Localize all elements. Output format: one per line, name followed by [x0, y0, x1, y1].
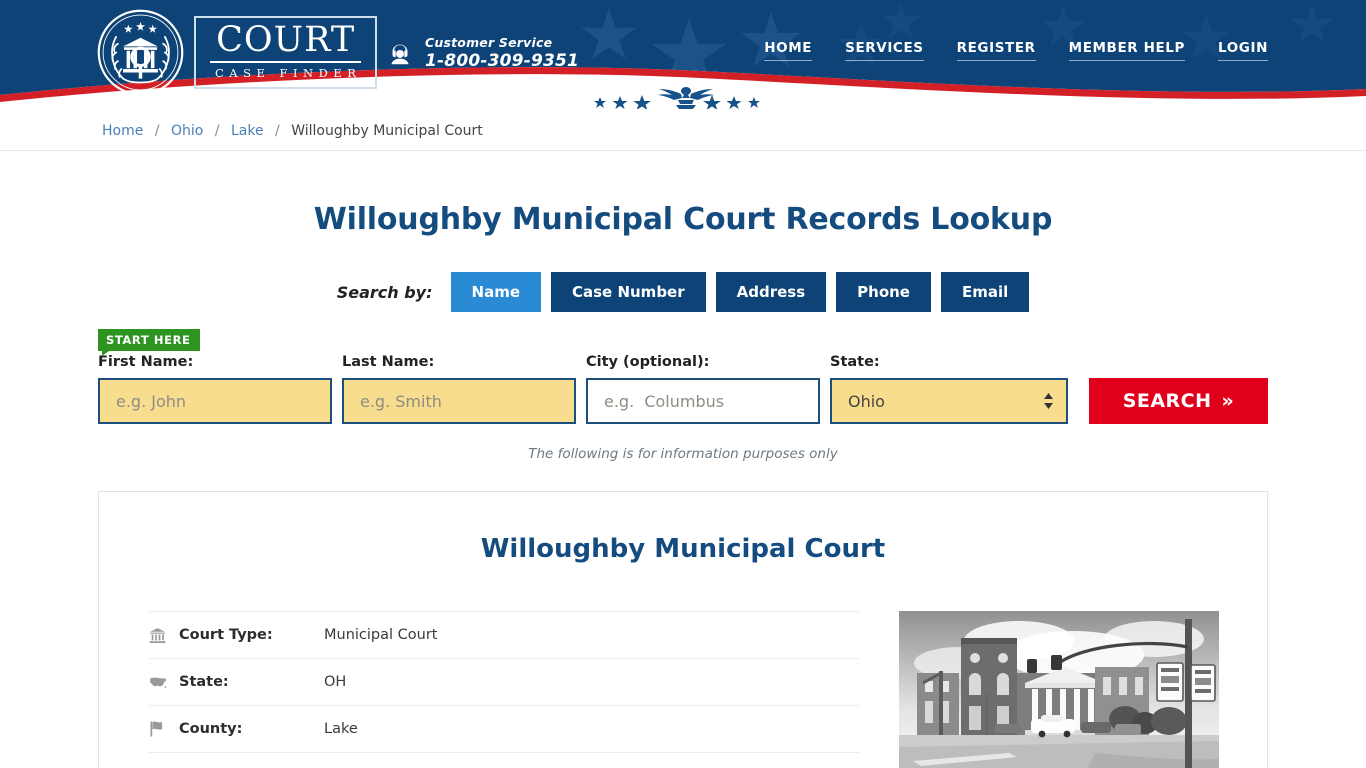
county-label: County: — [179, 721, 243, 737]
first-name-label: First Name: — [98, 354, 194, 370]
court-seal-icon — [97, 9, 184, 96]
flag-icon — [149, 721, 179, 737]
tab-email[interactable]: Email — [940, 272, 1030, 312]
courthouse-photo — [899, 611, 1219, 768]
logo-sub-text: CASE FINDER — [215, 66, 362, 81]
search-form: START HERE First Name: Last Name: City (… — [0, 329, 1366, 424]
breadcrumb-separator: / — [154, 122, 160, 139]
state-field-group: State: Ohio — [830, 354, 1068, 424]
table-bottom-divider — [149, 752, 859, 753]
customer-service-phone[interactable]: 1-800-309-9351 — [425, 51, 579, 71]
court-detail-body: Court Type: Municipal Court State: OH Co… — [149, 611, 1219, 768]
state-select[interactable]: Ohio — [830, 378, 1068, 424]
table-row: County: Lake — [149, 705, 859, 752]
banner-stars-icon — [594, 95, 760, 109]
table-row: State: OH — [149, 658, 859, 705]
nav-item-register[interactable]: REGISTER — [956, 40, 1036, 61]
last-name-input[interactable] — [342, 378, 576, 424]
breadcrumb-bar: Home / Ohio / Lake / Willoughby Municipa… — [0, 111, 1366, 151]
nav-item-services[interactable]: SERVICES — [845, 40, 924, 61]
double-chevron-right-icon: » — [1221, 390, 1235, 412]
search-by-label: Search by: — [336, 282, 433, 302]
us-map-icon — [149, 675, 179, 689]
nav-item-home[interactable]: HOME — [764, 40, 813, 61]
state-label: State: — [179, 674, 229, 690]
city-field-group: City (optional): — [586, 354, 820, 424]
state-label: State: — [830, 354, 880, 370]
search-by-tabs: Search by: Name Case Number Address Phon… — [0, 272, 1366, 312]
disclaimer-text: The following is for information purpose… — [528, 446, 838, 462]
court-type-value: Municipal Court — [324, 627, 438, 643]
breadcrumb-separator: / — [214, 122, 220, 139]
page-title: Willoughby Municipal Court Records Looku… — [313, 202, 1053, 237]
nav-item-login[interactable]: LOGIN — [1218, 40, 1268, 61]
search-button-label: SEARCH — [1122, 390, 1212, 412]
tab-address[interactable]: Address — [715, 272, 827, 312]
nav-item-member-help[interactable]: MEMBER HELP — [1068, 40, 1185, 61]
tab-name[interactable]: Name — [450, 272, 541, 312]
city-label: City (optional): — [586, 354, 710, 370]
table-row: Court Type: Municipal Court — [149, 611, 859, 658]
city-input[interactable] — [586, 378, 820, 424]
logo-main-text: COURT — [210, 23, 362, 64]
tab-phone[interactable]: Phone — [836, 272, 931, 312]
breadcrumb-item-current: Willoughby Municipal Court — [291, 122, 483, 139]
first-name-input[interactable] — [98, 378, 332, 424]
tab-case-number[interactable]: Case Number — [551, 272, 706, 312]
bank-icon — [149, 627, 179, 644]
breadcrumb-separator: / — [275, 122, 280, 139]
customer-service-block: Customer Service 1-800-309-9351 — [385, 35, 579, 71]
start-here-badge: START HERE — [98, 329, 200, 356]
breadcrumb-item-home[interactable]: Home — [102, 123, 143, 139]
state-value: OH — [324, 674, 347, 690]
site-logo[interactable]: COURT CASE FINDER — [97, 9, 378, 96]
court-detail-card: Willoughby Municipal Court Court Type: M… — [98, 491, 1268, 768]
court-info-table: Court Type: Municipal Court State: OH Co… — [149, 611, 859, 768]
last-name-label: Last Name: — [342, 354, 435, 370]
first-name-field-group: First Name: — [98, 354, 332, 424]
breadcrumb-item-ohio[interactable]: Ohio — [171, 123, 203, 139]
headset-icon — [385, 38, 415, 68]
customer-service-label: Customer Service — [425, 35, 553, 50]
logo-text-box: COURT CASE FINDER — [194, 16, 378, 89]
last-name-field-group: Last Name: — [342, 354, 576, 424]
site-header: COURT CASE FINDER Customer Service 1-800… — [0, 0, 1366, 111]
court-name-title: Willoughby Municipal Court — [480, 534, 886, 564]
search-fields-row: First Name: Last Name: City (optional): … — [98, 329, 1268, 424]
court-type-label: Court Type: — [179, 627, 273, 643]
main-navigation: HOME SERVICES REGISTER MEMBER HELP LOGIN — [764, 40, 1268, 61]
search-button[interactable]: SEARCH » — [1089, 378, 1268, 424]
county-value: Lake — [324, 721, 358, 737]
breadcrumb: Home / Ohio / Lake / Willoughby Municipa… — [102, 123, 483, 139]
breadcrumb-item-lake[interactable]: Lake — [231, 123, 264, 139]
